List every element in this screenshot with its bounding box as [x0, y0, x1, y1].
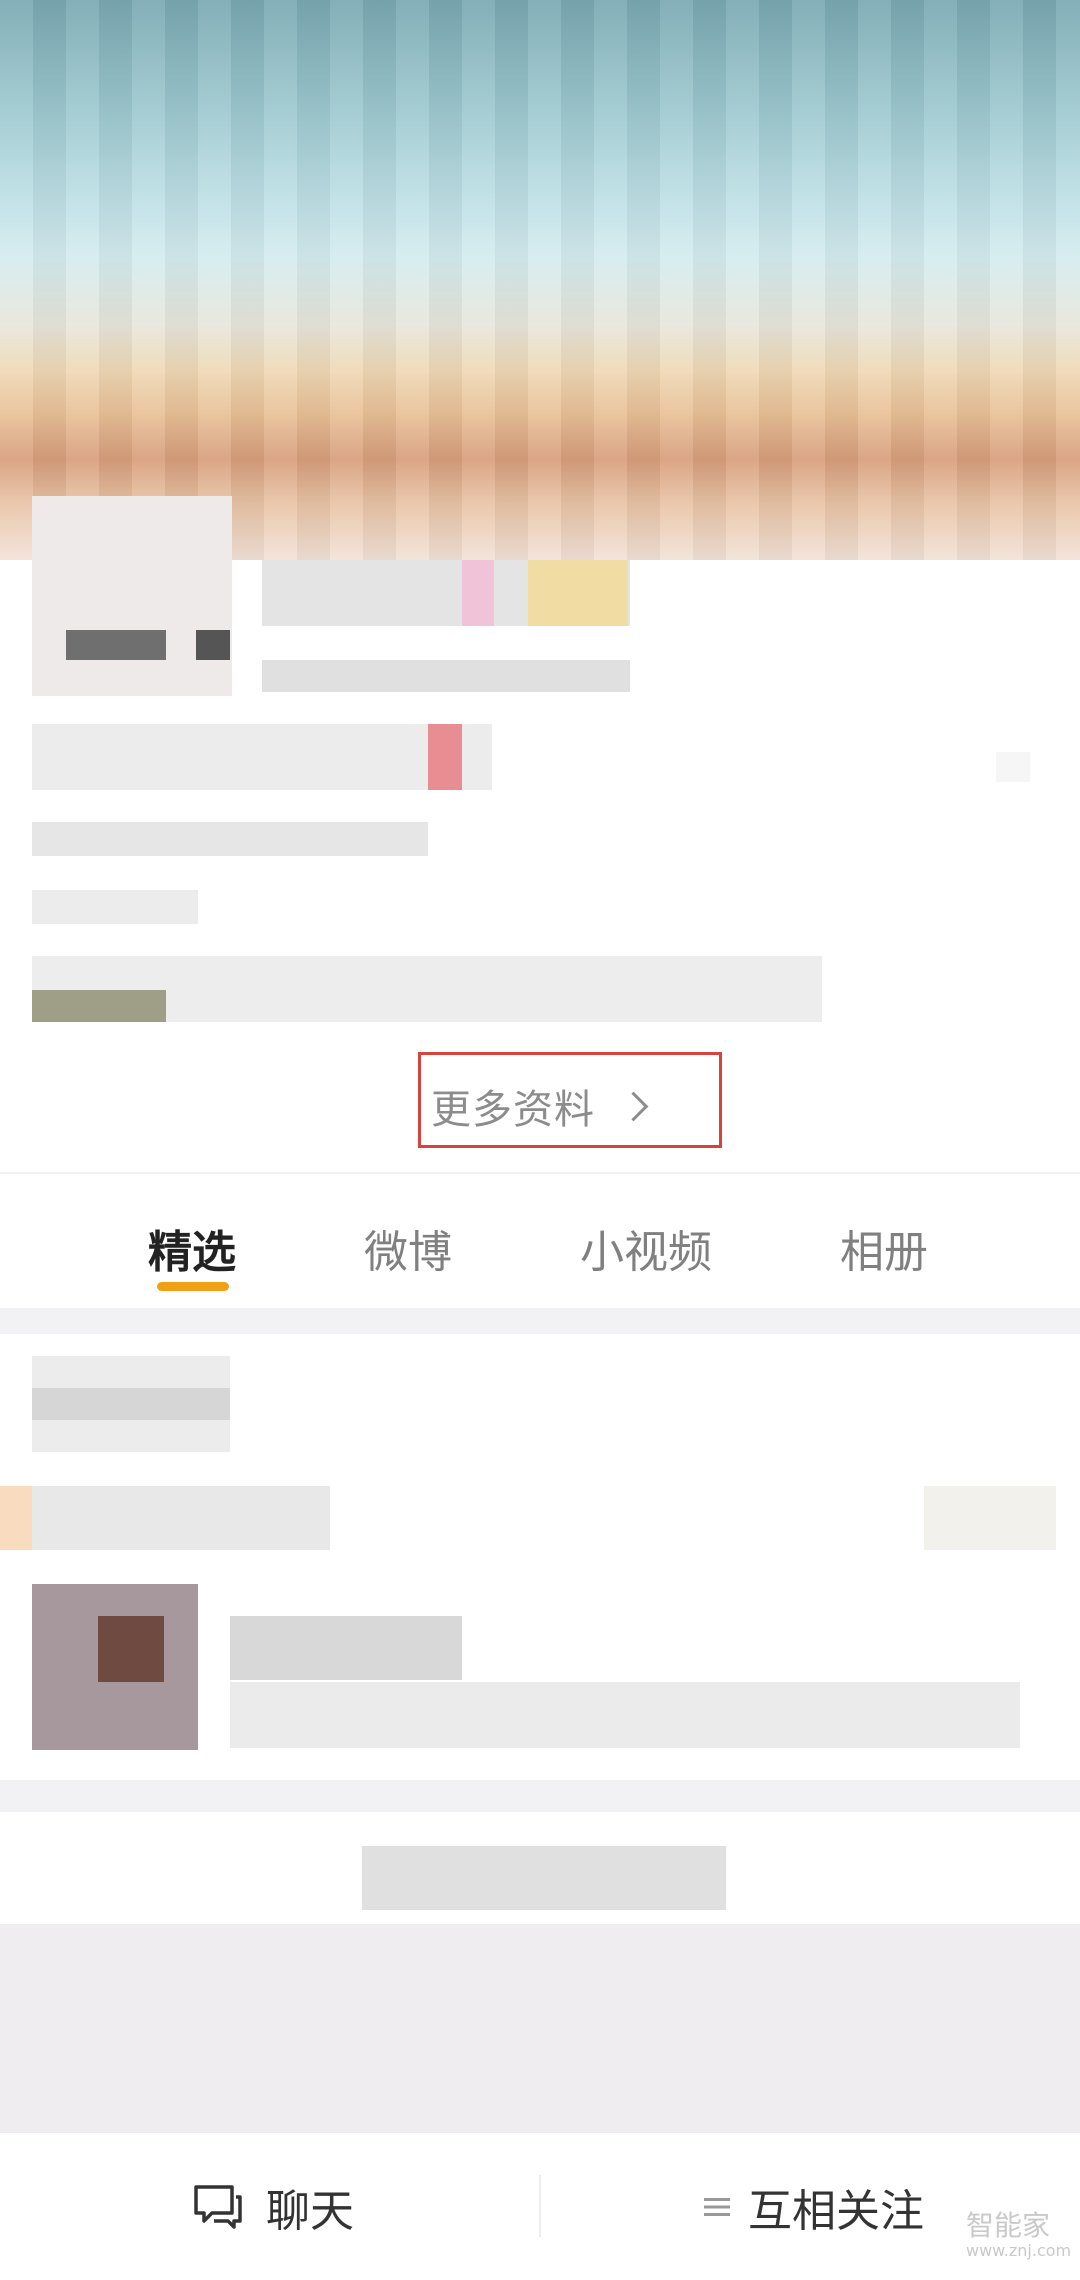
more-info-button[interactable]: 更多资料 — [418, 1052, 722, 1148]
profile-cover-image[interactable] — [0, 0, 1080, 560]
tab-short-video[interactable]: 小视频 — [580, 1216, 712, 1280]
chat-button[interactable]: 聊天 — [192, 2133, 354, 2280]
more-info-label: 更多资料 — [431, 1087, 595, 1133]
mutual-follow-button[interactable]: 互相关注 — [704, 2133, 924, 2280]
section-divider — [0, 1308, 1080, 1334]
tab-featured[interactable]: 精选 — [148, 1216, 236, 1280]
bottom-action-bar: 聊天 互相关注 — [0, 2132, 1080, 2280]
expand-chevron-icon[interactable] — [996, 752, 1030, 782]
mutual-follow-label: 互相关注 — [748, 2186, 924, 2237]
tab-weibo[interactable]: 微博 — [364, 1216, 452, 1280]
chevron-right-icon — [618, 1091, 649, 1121]
divider — [0, 1172, 1080, 1174]
bottom-bar-separator — [539, 2175, 541, 2237]
watermark-brand: 智能家 — [966, 2209, 1051, 2242]
watermark: 智能家 www.znj.com — [966, 2210, 1071, 2260]
watermark-url: www.znj.com — [966, 2241, 1072, 2260]
chat-bubbles-icon — [194, 2185, 242, 2229]
active-tab-indicator — [157, 1282, 229, 1291]
chat-label: 聊天 — [266, 2186, 354, 2237]
menu-lines-icon — [704, 2198, 730, 2216]
section-divider-2 — [0, 1780, 1080, 1812]
empty-area — [0, 1924, 1080, 2132]
avatar[interactable] — [32, 496, 232, 696]
tab-album[interactable]: 相册 — [840, 1216, 928, 1280]
